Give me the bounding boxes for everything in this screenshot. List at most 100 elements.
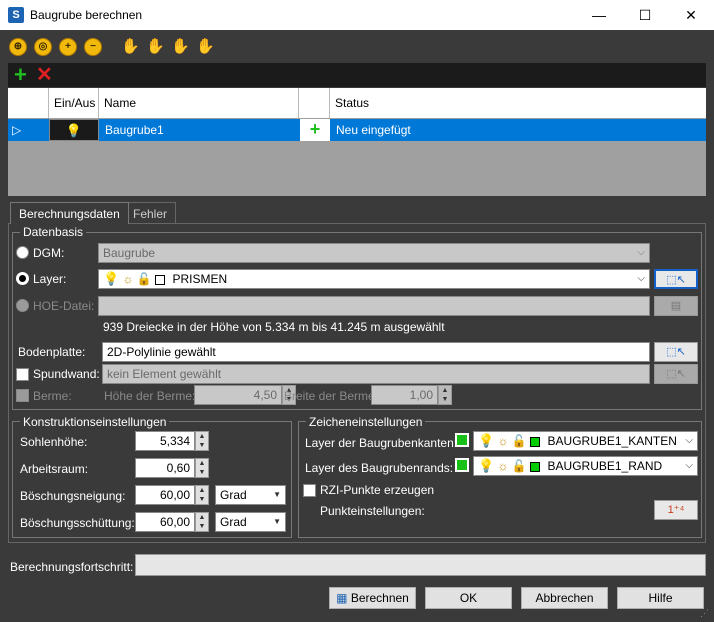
- row-header-cell: [8, 88, 49, 118]
- bulb-icon: 💡: [103, 271, 120, 286]
- hoehe-berme-input[interactable]: 4,50: [194, 385, 282, 405]
- minimize-button[interactable]: —: [576, 0, 622, 30]
- layer-radio[interactable]: [16, 272, 29, 285]
- add-icon[interactable]: +: [14, 63, 27, 87]
- berechnen-label: Berechnen: [350, 591, 409, 605]
- title-bar: S Baugrube berechnen — ☐ ✕: [0, 0, 714, 30]
- zoom-in-icon[interactable]: +: [59, 38, 77, 56]
- triangle-info-text: 939 Dreiecke in der Höhe von 5.334 m bis…: [103, 320, 445, 334]
- rand-layer-value: BAUGRUBE1_RAND: [547, 459, 663, 473]
- lock-open-icon: 🔓: [136, 272, 152, 286]
- abbrechen-button[interactable]: Abbrechen: [521, 587, 608, 609]
- zoom-window-icon[interactable]: ◎: [34, 38, 52, 56]
- sohlenhoehe-input[interactable]: 5,334: [135, 431, 195, 451]
- pan-hand-icon[interactable]: ✋: [121, 38, 140, 56]
- rand-label: Layer des Baugrubenrands:: [305, 461, 454, 475]
- dgm-value: Baugrube: [103, 246, 156, 260]
- schuettung-input[interactable]: 60,00: [135, 512, 195, 532]
- layer-select[interactable]: 💡 ☼ 🔓 PRISMEN ⌵: [98, 269, 650, 289]
- punkt-settings-button[interactable]: 1⁺⁴: [654, 500, 698, 520]
- neigung-label: Böschungsneigung:: [20, 489, 126, 503]
- bulb-on-icon: 💡: [65, 123, 83, 138]
- close-button[interactable]: ✕: [668, 0, 714, 30]
- col-header-status[interactable]: Status: [330, 88, 706, 118]
- chevron-down-icon: ⌵: [637, 247, 645, 258]
- zoom-extents-icon[interactable]: ⊕: [9, 38, 27, 56]
- pick-layer-button[interactable]: ⬚↖: [654, 269, 698, 289]
- breite-berme-spinner[interactable]: ▲ ▼: [438, 385, 452, 405]
- kanten-layer-select[interactable]: 💡 ☼ 🔓 BAUGRUBE1_KANTEN ⌵: [473, 431, 698, 451]
- schuettung-unit-select[interactable]: Grad ▼: [215, 512, 286, 532]
- berechnen-button[interactable]: ▦ Berechnen: [329, 587, 416, 609]
- sun-icon: ☼: [497, 434, 509, 448]
- layer-value: PRISMEN: [172, 272, 228, 286]
- sun-icon: ☼: [122, 272, 134, 286]
- kanten-color-swatch[interactable]: [455, 433, 469, 447]
- berme-label: Berme:: [33, 389, 72, 403]
- layer-color-swatch: [530, 461, 541, 472]
- neigung-input[interactable]: 60,00: [135, 485, 195, 505]
- berme-checkbox[interactable]: [16, 389, 29, 402]
- punkt-label: Punkteinstellungen:: [320, 504, 425, 518]
- dropdown-arrow-icon: ▼: [273, 517, 281, 526]
- delete-icon[interactable]: ✕: [36, 63, 53, 87]
- pick-spundwand-button[interactable]: ⬚↖: [654, 364, 698, 384]
- bulb-icon: 💡: [478, 458, 495, 473]
- arbeitsraum-input[interactable]: 0,60: [135, 458, 195, 478]
- maximize-button[interactable]: ☐: [622, 0, 668, 30]
- chevron-down-icon: ⌵: [685, 435, 693, 446]
- pick-object-icon: ⬚↖: [666, 346, 686, 358]
- neigung-unit-select[interactable]: Grad ▼: [215, 485, 286, 505]
- tab-berechnungsdaten[interactable]: Berechnungsdaten: [10, 202, 129, 224]
- bulb-icon: 💡: [478, 433, 495, 448]
- sohlenhoehe-spinner[interactable]: ▲ ▼: [195, 431, 209, 451]
- bodenplatte-field: 2D-Polylinie gewählt: [102, 342, 650, 362]
- hoe-radio[interactable]: [16, 299, 29, 312]
- browse-hoe-button[interactable]: ▤: [654, 296, 698, 316]
- progress-label: Berechnungsfortschritt:: [10, 560, 134, 574]
- dgm-label: DGM:: [33, 246, 65, 260]
- ok-button[interactable]: OK: [425, 587, 512, 609]
- tab-fehler[interactable]: Fehler: [124, 202, 177, 224]
- row-name-cell[interactable]: Baugrube1: [101, 119, 299, 141]
- bodenplatte-label: Bodenplatte:: [18, 345, 86, 359]
- col-header-state-icon[interactable]: [299, 88, 330, 118]
- col-header-name[interactable]: Name: [99, 88, 299, 118]
- pick-object-icon: ⬚↖: [666, 368, 686, 380]
- grid-header: Ein/Aus Name Status: [8, 88, 706, 118]
- layer-label: Layer:: [33, 272, 67, 286]
- neigung-spinner[interactable]: ▲ ▼: [195, 485, 209, 505]
- sohlenhoehe-label: Sohlenhöhe:: [20, 435, 88, 449]
- dgm-radio[interactable]: [16, 246, 29, 259]
- arbeitsraum-spinner[interactable]: ▲ ▼: [195, 458, 209, 478]
- neigung-unit-value: Grad: [220, 488, 247, 502]
- rzi-label: RZI-Punkte erzeugen: [320, 483, 435, 497]
- sun-icon: ☼: [497, 459, 509, 473]
- pan-left-hand-icon[interactable]: ✋: [146, 38, 165, 56]
- table-row[interactable]: ▷ 💡 Baugrube1 + Neu eingefügt: [8, 119, 706, 141]
- hoe-file-input[interactable]: [98, 296, 650, 316]
- pan-right-hand-icon[interactable]: ✋: [196, 38, 215, 56]
- new-item-icon: +: [300, 119, 330, 141]
- hilfe-button[interactable]: Hilfe: [617, 587, 704, 609]
- schuettung-unit-value: Grad: [220, 515, 247, 529]
- chevron-down-icon: ⌵: [637, 273, 645, 284]
- col-header-onoff[interactable]: Ein/Aus: [49, 88, 99, 118]
- hoe-label: HOE-Datei:: [33, 299, 95, 313]
- dgm-select[interactable]: Baugrube ⌵: [98, 243, 650, 263]
- onoff-cell[interactable]: 💡: [49, 119, 99, 141]
- spundwand-checkbox[interactable]: [16, 368, 29, 381]
- breite-berme-input[interactable]: 1,00: [371, 385, 438, 405]
- pan-down-hand-icon[interactable]: ✋: [171, 38, 190, 56]
- spundwand-label: Spundwand:: [33, 367, 100, 381]
- pick-bodenplatte-button[interactable]: ⬚↖: [654, 342, 698, 362]
- resize-grip-icon[interactable]: ⋰: [700, 608, 710, 618]
- rand-color-swatch[interactable]: [455, 458, 469, 472]
- konstruktion-title: Konstruktionseinstellungen: [20, 415, 170, 429]
- rzi-checkbox[interactable]: [303, 484, 316, 497]
- rand-layer-select[interactable]: 💡 ☼ 🔓 BAUGRUBE1_RAND ⌵: [473, 456, 698, 476]
- kanten-label: Layer der Baugrubenkanten:: [305, 436, 458, 450]
- zoom-out-icon[interactable]: −: [84, 38, 102, 56]
- schuettung-spinner[interactable]: ▲ ▼: [195, 512, 209, 532]
- window-title: Baugrube berechnen: [30, 8, 143, 22]
